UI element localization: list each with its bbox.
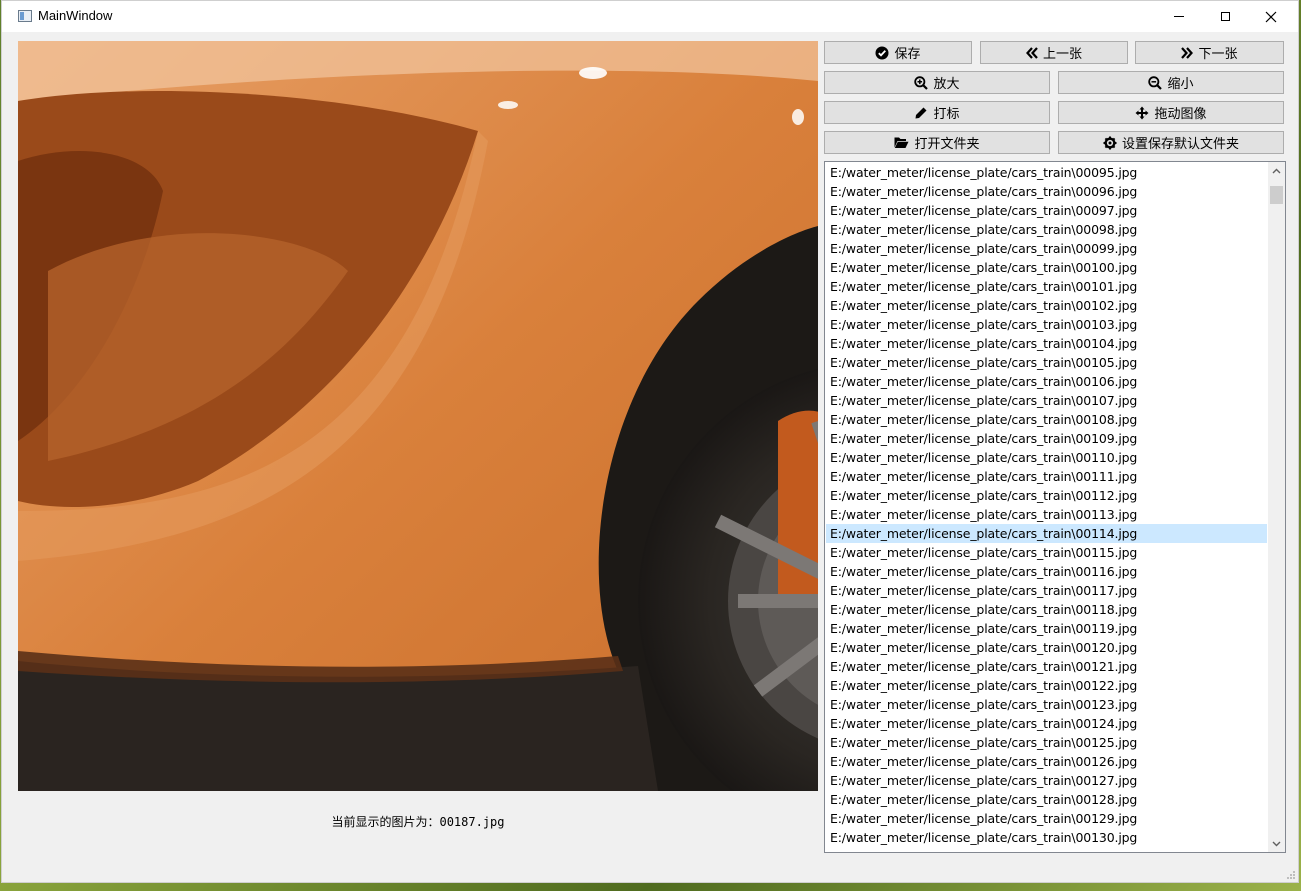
set-default-save-folder-label: 设置保存默认文件夹 bbox=[1121, 137, 1239, 152]
file-list-item[interactable]: E:/water_meter/license_plate/cars_train\… bbox=[826, 543, 1267, 562]
file-list-item[interactable]: E:/water_meter/license_plate/cars_train\… bbox=[826, 391, 1267, 410]
close-button[interactable] bbox=[1248, 1, 1294, 32]
prev-image-button[interactable]: 上一张 bbox=[980, 41, 1128, 64]
file-list-item[interactable]: E:/water_meter/license_plate/cars_train\… bbox=[826, 258, 1267, 277]
file-list-item[interactable]: E:/water_meter/license_plate/cars_train\… bbox=[826, 296, 1267, 315]
file-list-item[interactable]: E:/water_meter/license_plate/cars_train\… bbox=[826, 163, 1267, 182]
set-default-save-folder-button[interactable]: 设置保存默认文件夹 bbox=[1058, 131, 1284, 154]
next-image-label: 下一张 bbox=[1198, 47, 1238, 62]
file-list-item[interactable]: E:/water_meter/license_plate/cars_train\… bbox=[826, 220, 1267, 239]
open-folder-button[interactable]: 打开文件夹 bbox=[824, 131, 1050, 154]
open-folder-label: 打开文件夹 bbox=[914, 137, 980, 152]
file-list-item[interactable]: E:/water_meter/license_plate/cars_train\… bbox=[826, 182, 1267, 201]
file-list-scrollbar[interactable] bbox=[1268, 162, 1285, 852]
annotate-button[interactable]: 打标 bbox=[824, 101, 1050, 124]
minimize-button[interactable] bbox=[1156, 1, 1202, 32]
scroll-down-button[interactable] bbox=[1268, 835, 1285, 852]
double-chevron-right-icon bbox=[1181, 46, 1194, 59]
scroll-up-button[interactable] bbox=[1268, 162, 1285, 179]
move-arrows-icon bbox=[1135, 106, 1149, 119]
save-button[interactable]: 保存 bbox=[824, 41, 972, 64]
file-list-item[interactable]: E:/water_meter/license_plate/cars_train\… bbox=[826, 505, 1267, 524]
file-list-item[interactable]: E:/water_meter/license_plate/cars_train\… bbox=[826, 790, 1267, 809]
double-chevron-left-icon bbox=[1026, 46, 1038, 59]
chevron-down-icon bbox=[1272, 841, 1281, 846]
chevron-up-icon bbox=[1272, 168, 1281, 173]
drag-image-label: 拖动图像 bbox=[1154, 107, 1207, 122]
file-list-item[interactable]: E:/water_meter/license_plate/cars_train\… bbox=[826, 619, 1267, 638]
prev-image-label: 上一张 bbox=[1042, 47, 1082, 62]
scroll-thumb[interactable] bbox=[1270, 186, 1283, 204]
file-list-item[interactable]: E:/water_meter/license_plate/cars_train\… bbox=[826, 581, 1267, 600]
close-icon bbox=[1265, 11, 1277, 22]
car-photo bbox=[18, 41, 818, 791]
file-list-item[interactable]: E:/water_meter/license_plate/cars_train\… bbox=[826, 733, 1267, 752]
window-title: MainWindow bbox=[38, 8, 113, 23]
file-list-item[interactable]: E:/water_meter/license_plate/cars_train\… bbox=[826, 771, 1267, 790]
file-list-item[interactable]: E:/water_meter/license_plate/cars_train\… bbox=[826, 638, 1267, 657]
file-list-item[interactable]: E:/water_meter/license_plate/cars_train\… bbox=[826, 809, 1267, 828]
file-list-item[interactable]: E:/water_meter/license_plate/cars_train\… bbox=[826, 695, 1267, 714]
check-circle-icon bbox=[875, 46, 889, 59]
save-button-label: 保存 bbox=[894, 47, 921, 62]
app-icon bbox=[18, 10, 32, 22]
file-list-item[interactable]: E:/water_meter/license_plate/cars_train\… bbox=[826, 277, 1267, 296]
main-window: MainWindow 当前显示的图片为：00187.jpg 保存 上一张 下一张… bbox=[1, 0, 1299, 883]
file-list-item[interactable]: E:/water_meter/license_plate/cars_train\… bbox=[826, 486, 1267, 505]
zoom-out-icon bbox=[1148, 75, 1163, 90]
image-view[interactable] bbox=[18, 41, 818, 791]
file-list-items: E:/water_meter/license_plate/cars_train\… bbox=[826, 163, 1267, 847]
title-bar[interactable]: MainWindow bbox=[2, 1, 1298, 32]
zoom-in-button[interactable]: 放大 bbox=[824, 71, 1050, 94]
file-list-item[interactable]: E:/water_meter/license_plate/cars_train\… bbox=[826, 372, 1267, 391]
file-list-item[interactable]: E:/water_meter/license_plate/cars_train\… bbox=[826, 334, 1267, 353]
gear-icon bbox=[1103, 136, 1117, 149]
file-list-item[interactable]: E:/water_meter/license_plate/cars_train\… bbox=[826, 410, 1267, 429]
zoom-in-label: 放大 bbox=[933, 77, 960, 92]
file-list-item[interactable]: E:/water_meter/license_plate/cars_train\… bbox=[826, 752, 1267, 771]
pen-icon bbox=[915, 107, 927, 118]
file-list-item[interactable]: E:/water_meter/license_plate/cars_train\… bbox=[826, 353, 1267, 372]
file-list-item[interactable]: E:/water_meter/license_plate/cars_train\… bbox=[826, 524, 1267, 543]
zoom-in-icon bbox=[914, 75, 929, 90]
file-list-item[interactable]: E:/water_meter/license_plate/cars_train\… bbox=[826, 201, 1267, 220]
resize-grip-icon[interactable] bbox=[1286, 870, 1296, 880]
file-list-item[interactable]: E:/water_meter/license_plate/cars_train\… bbox=[826, 239, 1267, 258]
file-list-item[interactable]: E:/water_meter/license_plate/cars_train\… bbox=[826, 676, 1267, 695]
file-list-item[interactable]: E:/water_meter/license_plate/cars_train\… bbox=[826, 657, 1267, 676]
annotate-label: 打标 bbox=[933, 107, 960, 122]
current-image-label: 当前显示的图片为：00187.jpg bbox=[331, 815, 505, 829]
file-list-item[interactable]: E:/water_meter/license_plate/cars_train\… bbox=[826, 448, 1267, 467]
file-list-item[interactable]: E:/water_meter/license_plate/cars_train\… bbox=[826, 562, 1267, 581]
file-list-item[interactable]: E:/water_meter/license_plate/cars_train\… bbox=[826, 600, 1267, 619]
zoom-out-button[interactable]: 缩小 bbox=[1058, 71, 1284, 94]
folder-open-icon bbox=[894, 137, 909, 148]
maximize-icon bbox=[1220, 12, 1230, 21]
file-list-item[interactable]: E:/water_meter/license_plate/cars_train\… bbox=[826, 828, 1267, 847]
file-list-item[interactable]: E:/water_meter/license_plate/cars_train\… bbox=[826, 714, 1267, 733]
zoom-out-label: 缩小 bbox=[1167, 77, 1194, 92]
file-list-item[interactable]: E:/water_meter/license_plate/cars_train\… bbox=[826, 429, 1267, 448]
maximize-button[interactable] bbox=[1202, 1, 1248, 32]
drag-image-button[interactable]: 拖动图像 bbox=[1058, 101, 1284, 124]
file-list[interactable]: E:/water_meter/license_plate/cars_train\… bbox=[824, 161, 1286, 853]
next-image-button[interactable]: 下一张 bbox=[1135, 41, 1284, 64]
file-list-item[interactable]: E:/water_meter/license_plate/cars_train\… bbox=[826, 467, 1267, 486]
minimize-icon bbox=[1174, 16, 1184, 17]
file-list-item[interactable]: E:/water_meter/license_plate/cars_train\… bbox=[826, 315, 1267, 334]
